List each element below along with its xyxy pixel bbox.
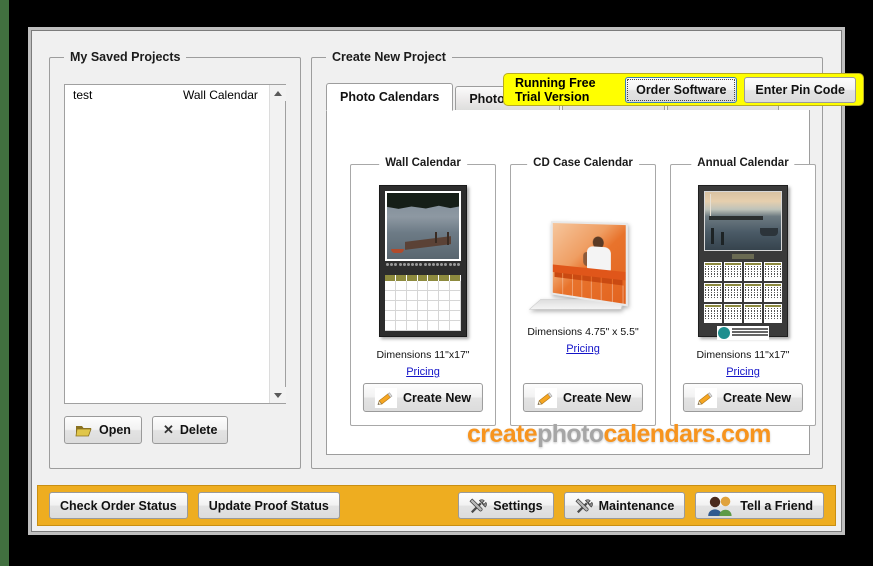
screenshot-root: My Saved Projects test Wall Calendar Ope… [0,0,873,566]
create-new-label: Create New [562,390,632,405]
tell-a-friend-label: Tell a Friend [740,498,813,513]
pencil-icon [534,387,557,408]
trial-status-text: Running Free Trial Version [515,75,596,104]
tools-icon [575,498,593,513]
folder-open-icon [75,425,92,436]
x-mark-icon: ✕ [163,422,174,437]
create-new-label: Create New [402,390,472,405]
create-new-button[interactable]: Create New [682,383,804,412]
pencil-icon [694,387,717,408]
watermark-part-2: photo [537,420,604,448]
saved-projects-group: My Saved Projects test Wall Calendar Ope… [49,50,301,469]
watermark-part-1: create [467,420,538,448]
tab-label: Photo Calendars [340,90,440,104]
product-dimensions: Dimensions 11"x17" [696,349,790,361]
pricing-link[interactable]: Pricing [511,343,655,355]
scroll-down-arrow-icon[interactable] [269,387,286,403]
scroll-up-arrow-icon[interactable] [269,85,286,101]
settings-label: Settings [493,498,543,513]
site-watermark-logo: createphotocalendars.com [467,420,771,449]
open-button-label: Open [99,423,131,437]
pricing-link[interactable]: Pricing [671,366,815,378]
tell-a-friend-button[interactable]: Tell a Friend [695,492,824,519]
product-card-title: CD Case Calendar [527,157,639,169]
create-new-button[interactable]: Create New [362,383,484,412]
list-item-name: test [73,88,93,102]
enter-pin-code-label: Enter Pin Code [755,82,845,97]
pricing-link[interactable]: Pricing [351,366,495,378]
tab-page-photo-calendars: Wall Calendar Dimensions 11"x17" Pricing… [326,110,816,455]
delete-button[interactable]: ✕ Delete [152,416,229,444]
create-project-group: Create New Project Photo Calendars Photo… [311,50,823,469]
list-item[interactable]: test Wall Calendar [65,85,269,105]
wall-calendar-thumbnail [371,178,475,343]
annual-calendar-thumbnail [691,178,795,343]
saved-projects-title: My Saved Projects [64,50,187,64]
delete-button-label: Delete [179,423,218,437]
vertical-scrollbar[interactable] [269,85,286,403]
create-new-button[interactable]: Create New [522,383,644,412]
create-project-title: Create New Project [326,50,452,64]
product-card-annual-calendar: Annual Calendar Dimensions 11"x17" Prici… [670,157,816,426]
create-new-label: Create New [722,390,792,405]
update-proof-status-button[interactable]: Update Proof Status [197,492,340,519]
tools-icon [469,498,488,513]
desktop-background-strip [0,0,9,566]
saved-projects-listbox[interactable]: test Wall Calendar [64,84,286,404]
check-order-status-label: Check Order Status [60,498,177,513]
enter-pin-code-button[interactable]: Enter Pin Code [744,76,856,103]
product-card-cd-case-calendar: CD Case Calendar Dimensions 4.75" x 5.5"… [510,157,656,426]
product-card-wall-calendar: Wall Calendar Dimensions 11"x17" Pricing… [350,157,496,426]
maintenance-label: Maintenance [598,498,675,513]
bottom-toolbar: Check Order Status Update Proof Status S… [37,485,836,526]
saved-projects-list[interactable]: test Wall Calendar [65,85,269,403]
pencil-icon [374,387,397,408]
open-button[interactable]: Open [64,416,142,444]
maintenance-button[interactable]: Maintenance [563,492,686,519]
application-window: My Saved Projects test Wall Calendar Ope… [31,30,864,532]
trial-banner: Running Free Trial Version Order Softwar… [503,73,864,106]
watermark-part-3: calendars.com [603,420,772,448]
update-proof-status-label: Update Proof Status [208,498,329,513]
settings-button[interactable]: Settings [458,492,554,519]
order-software-button[interactable]: Order Software [625,76,738,103]
check-order-status-button[interactable]: Check Order Status [49,492,188,519]
product-dimensions: Dimensions 4.75" x 5.5" [527,326,639,338]
list-item-type: Wall Calendar [183,88,258,102]
two-people-icon [708,496,732,516]
product-card-title: Annual Calendar [691,157,795,169]
product-dimensions: Dimensions 11"x17" [376,349,470,361]
tab-photo-calendars[interactable]: Photo Calendars [326,83,454,111]
product-card-title: Wall Calendar [379,157,467,169]
order-software-label: Order Software [636,82,727,97]
